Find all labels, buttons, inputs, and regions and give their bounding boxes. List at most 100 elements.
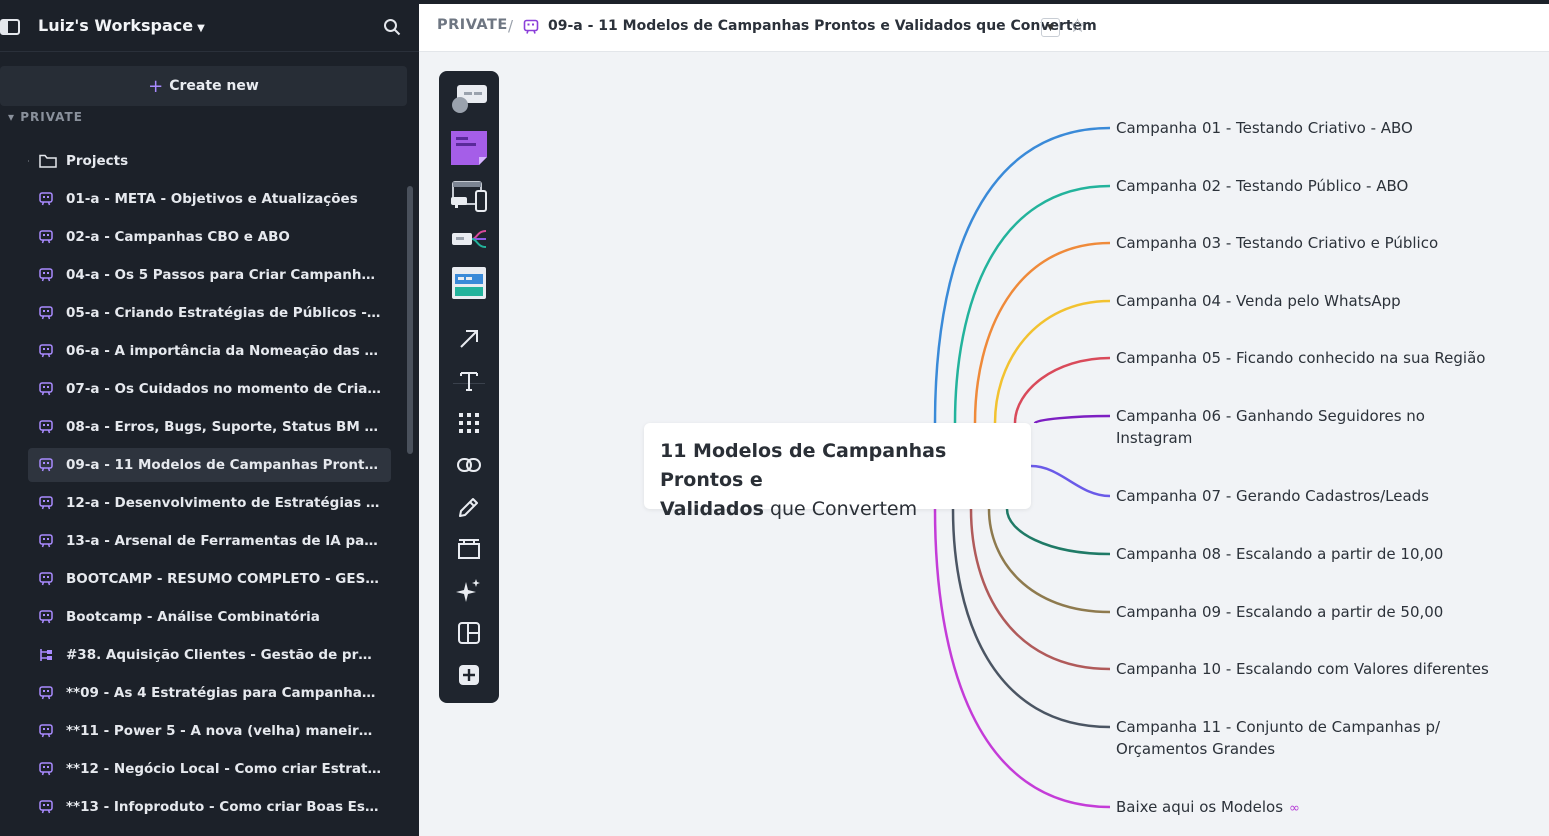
- folder-icon: [39, 154, 57, 168]
- sidebar-item-label: #38. Aquisição Clientes - Gestão de proj…: [66, 647, 391, 663]
- sidebar-item[interactable]: BOOTCAMP - RESUMO COMPLETO - GESTÃO D...: [28, 562, 391, 596]
- mindmap-connector: [933, 508, 1111, 809]
- sidebar-item-label: 01-a - META - Objetivos e Atualizações: [66, 191, 358, 207]
- breadcrumb-bar: PRIVATE / 09-a - 11 Modelos de Campanhas…: [419, 0, 1549, 52]
- mindmap-branch-node[interactable]: Campanha 06 - Ganhando Seguidores no Inst…: [1116, 405, 1425, 449]
- add-tool-button[interactable]: [451, 657, 487, 693]
- mindmap-branch-node[interactable]: Campanha 05 - Ficando conhecido na sua R…: [1116, 347, 1485, 369]
- mindmap-branch-node[interactable]: Baixe aqui os Modelos ∞: [1116, 796, 1300, 820]
- mindmap-branch-node[interactable]: Campanha 11 - Conjunto de Campanhas p/Or…: [1116, 716, 1440, 760]
- sidebar-item[interactable]: #38. Aquisição Clientes - Gestão de proj…: [28, 638, 391, 672]
- sidebar-item-label: 09-a - 11 Modelos de Campanhas Prontos e…: [66, 457, 391, 473]
- sidebar-item-label: **09 - As 4 Estratégias para Campanhas A…: [66, 685, 391, 701]
- mindmap-connector: [951, 508, 1111, 729]
- mindmap-branch-node[interactable]: Campanha 10 - Escalando com Valores dife…: [1116, 658, 1489, 680]
- pen-tool-button[interactable]: [451, 489, 487, 525]
- workspace-switcher[interactable]: Luiz's Workspace ▼: [38, 16, 205, 35]
- sidebar-item[interactable]: Bootcamp - Análise Combinatória: [28, 600, 391, 634]
- board-icon: [452, 267, 486, 299]
- whiteboard-doc-icon: [39, 306, 53, 320]
- sidebar-folder-projects[interactable]: Projects: [28, 144, 391, 178]
- page-title[interactable]: 09-a - 11 Modelos de Campanhas Prontos e…: [548, 18, 1097, 34]
- sidebar-item[interactable]: **11 - Power 5 - A nova (velha) maneira …: [28, 714, 391, 748]
- sidebar: Luiz's Workspace ▼ + Create new ▾ PRIVATE …: [0, 0, 419, 836]
- sidebar-item-label: BOOTCAMP - RESUMO COMPLETO - GESTÃO D...: [66, 571, 391, 587]
- mindmap-branch-node[interactable]: Campanha 02 - Testando Público - ABO: [1116, 175, 1408, 197]
- sidebar-item[interactable]: **12 - Negócio Local - Como criar Estrat…: [28, 752, 391, 786]
- whiteboard-doc-icon: [39, 230, 53, 244]
- create-new-button[interactable]: + Create new: [0, 66, 407, 106]
- sidebar-item-label: 02-a - Campanhas CBO e ABO: [66, 229, 290, 245]
- plus-icon: +: [148, 75, 164, 97]
- grid-tool-button[interactable]: [451, 405, 487, 441]
- mindmap-branch-node[interactable]: Campanha 08 - Escalando a partir de 10,0…: [1116, 543, 1443, 565]
- mindmap-root-node[interactable]: 11 Modelos de Campanhas Prontos e Validad…: [644, 423, 1031, 520]
- breadcrumb-separator: /: [508, 17, 514, 35]
- sidebar-item[interactable]: 04-a - Os 5 Passos para Criar Campanhas …: [28, 258, 391, 292]
- mindmap-branch-node[interactable]: Campanha 07 - Gerando Cadastros/Leads: [1116, 485, 1429, 507]
- grid-dots-icon: [459, 413, 479, 433]
- workspace-title: Luiz's Workspace: [38, 16, 194, 35]
- sidebar-item-label: 07-a - Os Cuidados no momento de Criar s…: [66, 381, 391, 397]
- text-icon: [460, 372, 478, 391]
- favorite-star-icon[interactable]: ☆: [1069, 15, 1086, 37]
- section-label-private[interactable]: ▾ PRIVATE: [8, 112, 83, 126]
- board-tool-button[interactable]: [451, 265, 487, 301]
- sticky-note-tool-button[interactable]: [451, 129, 487, 165]
- arrow-tool-button[interactable]: [451, 321, 487, 357]
- sidebar-item[interactable]: **13 - Infoproduto - Como criar Boas Est…: [28, 790, 391, 824]
- mindmap-connector: [973, 241, 1111, 424]
- sidebar-item-label: **11 - Power 5 - A nova (velha) maneira …: [66, 723, 391, 739]
- whiteboard-doc-icon: [39, 800, 53, 814]
- sidebar-item-label: 08-a - Erros, Bugs, Suporte, Status BM e…: [66, 419, 391, 435]
- layout-tool-button[interactable]: [451, 615, 487, 651]
- sidebar-item[interactable]: 13-a - Arsenal de Ferramentas de IA para…: [28, 524, 391, 558]
- whiteboard-doc-icon: [39, 420, 53, 434]
- link-icon: [457, 458, 481, 472]
- search-icon[interactable]: [383, 18, 401, 36]
- ai-magic-tool-button[interactable]: [451, 573, 487, 609]
- sidebar-item-label: 12-a - Desenvolvimento de Estratégias co…: [66, 495, 391, 511]
- mindmap-branch-node[interactable]: Campanha 04 - Venda pelo WhatsApp: [1116, 290, 1401, 312]
- sidebar-item[interactable]: 08-a - Erros, Bugs, Suporte, Status BM e…: [28, 410, 391, 444]
- link-tool-button[interactable]: [451, 447, 487, 483]
- mindmap-connector: [987, 508, 1111, 614]
- mindmap-connector: [1033, 414, 1111, 425]
- device-frame-tool-button[interactable]: [451, 179, 487, 215]
- mindmap-connector: [953, 184, 1111, 424]
- sidebar-scrollbar[interactable]: [407, 186, 413, 454]
- sidebar-toggle-icon[interactable]: [0, 19, 20, 35]
- mindmap-branch-node[interactable]: Campanha 09 - Escalando a partir de 50,0…: [1116, 601, 1443, 623]
- whiteboard-doc-icon: [39, 724, 53, 738]
- link-icon[interactable]: ∞: [1289, 801, 1300, 816]
- sidebar-item[interactable]: 02-a - Campanhas CBO e ABO: [28, 220, 391, 254]
- whiteboard-doc-icon: [39, 496, 53, 510]
- sidebar-item[interactable]: 05-a - Criando Estratégias de Públicos -…: [28, 296, 391, 330]
- sidebar-item[interactable]: 07-a - Os Cuidados no momento de Criar s…: [28, 372, 391, 406]
- device-frame-icon: [451, 181, 487, 212]
- mindmap-connector: [1005, 508, 1111, 556]
- frame-tool-button[interactable]: [451, 531, 487, 567]
- caret-right-icon[interactable]: [28, 157, 29, 165]
- whiteboard-doc-icon: [39, 534, 53, 548]
- sidebar-item[interactable]: 12-a - Desenvolvimento de Estratégias co…: [28, 486, 391, 520]
- breadcrumb-root[interactable]: PRIVATE: [437, 17, 508, 33]
- sidebar-item-label: **12 - Negócio Local - Como criar Estrat…: [66, 761, 391, 777]
- sidebar-item[interactable]: 06-a - A importância da Nomeação das Cam…: [28, 334, 391, 368]
- whiteboard-doc-icon: [39, 382, 53, 396]
- card-tool-button[interactable]: [451, 79, 487, 115]
- mindmap-branch-node[interactable]: Campanha 01 - Testando Criativo - ABO: [1116, 117, 1413, 139]
- text-tool-button[interactable]: [451, 363, 487, 399]
- whiteboard-doc-icon: [39, 344, 53, 358]
- sidebar-item-label: Bootcamp - Análise Combinatória: [66, 609, 320, 625]
- whiteboard-doc-icon: [39, 572, 53, 586]
- sidebar-item[interactable]: **09 - As 4 Estratégias para Campanhas A…: [28, 676, 391, 710]
- sidebar-item[interactable]: 01-a - META - Objetivos e Atualizações: [28, 182, 391, 216]
- sidebar-item-label: 05-a - Criando Estratégias de Públicos -…: [66, 305, 391, 321]
- mindmap-tool-button[interactable]: [451, 221, 487, 257]
- whiteboard-doc-icon: [39, 762, 53, 776]
- layout-icon: [458, 622, 480, 644]
- mindmap-branch-node[interactable]: Campanha 03 - Testando Criativo e Públic…: [1116, 232, 1438, 254]
- sidebar-item[interactable]: 09-a - 11 Modelos de Campanhas Prontos e…: [28, 448, 391, 482]
- title-dropdown-button[interactable]: ▼: [1041, 18, 1060, 37]
